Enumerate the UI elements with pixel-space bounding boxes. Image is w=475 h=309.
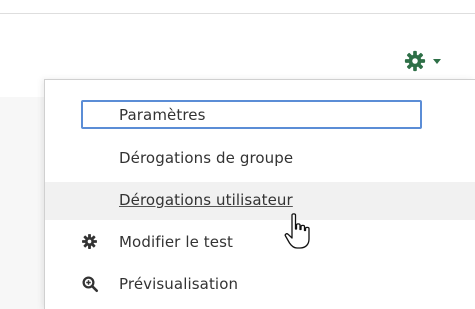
menu-item-derogations-groupe[interactable]: Dérogations de groupe <box>45 142 475 174</box>
menu-item-previsualisation[interactable]: Prévisualisation <box>45 273 475 305</box>
gear-icon <box>82 234 97 249</box>
menu-item-derogations-utilisateur[interactable]: Dérogations utilisateur <box>45 182 475 220</box>
menu-item-parametres[interactable]: Paramètres <box>45 100 475 132</box>
settings-dropdown-menu: Paramètres Dérogations de groupe Dérogat… <box>44 79 475 309</box>
page: Paramètres Dérogations de groupe Dérogat… <box>0 0 475 309</box>
menu-item-label: Prévisualisation <box>119 275 239 293</box>
menu-item-modifier-test[interactable]: Modifier le test <box>45 226 475 258</box>
background-panel <box>0 97 44 309</box>
top-divider <box>0 13 475 14</box>
gear-icon <box>404 50 426 72</box>
caret-down-icon <box>433 58 441 64</box>
menu-item-label: Paramètres <box>119 106 206 124</box>
menu-item-label: Dérogations de groupe <box>119 149 294 167</box>
menu-item-label: Dérogations utilisateur <box>119 191 293 209</box>
zoom-in-icon <box>82 276 99 293</box>
settings-menu-toggle[interactable] <box>404 46 464 76</box>
menu-item-label: Modifier le test <box>119 233 233 251</box>
